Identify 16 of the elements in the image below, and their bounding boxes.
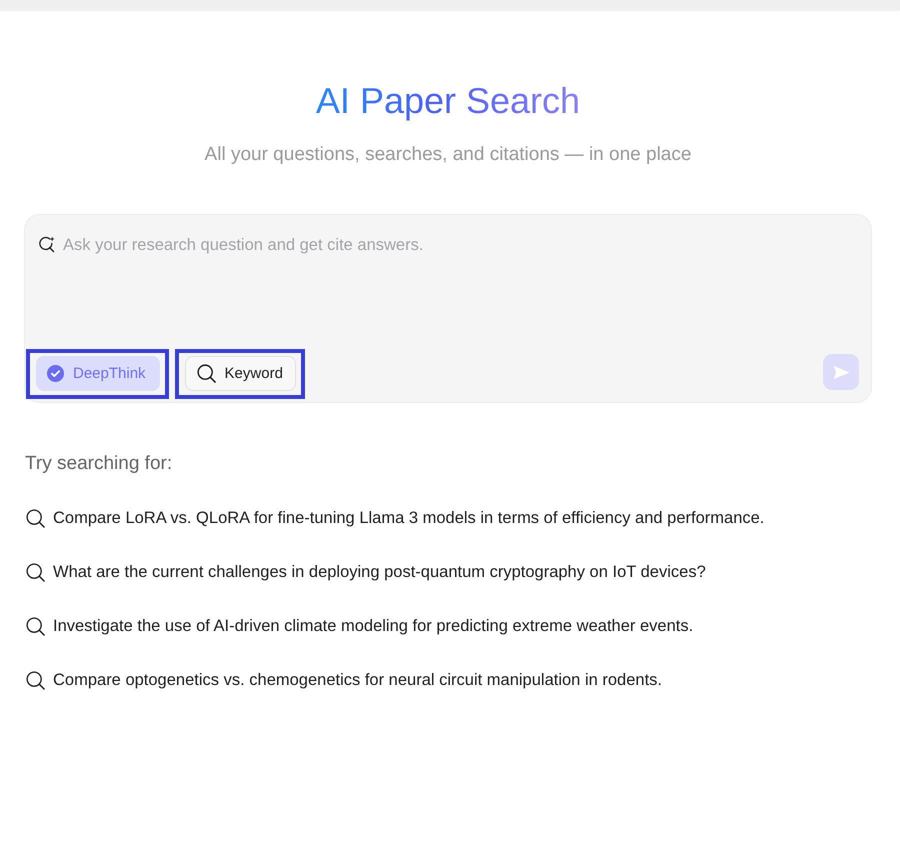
search-icon [196,364,216,383]
suggestion-item[interactable]: Investigate the use of AI-driven climate modeling for predicting extreme weather events. [24,614,694,638]
search-icon [26,562,45,582]
search-icon [26,670,45,690]
mode-button[interactable]: Keyword [184,356,296,391]
suggestion-item[interactable]: Compare optogenetics vs. chemogenetics for neural circuit manipulation in rodents. [24,668,662,692]
page-subtitle: All your questions, searches, and citations — in one place [204,143,692,167]
check-circle-icon [47,365,64,382]
search-icon [26,508,45,528]
suggestion-item[interactable]: What are the current challenges in deploying post-quantum cryptography on IoT devices? [24,560,706,584]
suggestion-item[interactable]: Compare LoRA vs. QLoRA for fine-tuning Llama 3 models in terms of efficiency and performance. [24,506,764,530]
suggestions-heading: Try searching for: [25,452,174,476]
question-field[interactable]: Ask your research question and get cite answers. [63,235,857,255]
search-icon [26,616,45,636]
send-icon [832,364,850,380]
sparkle-search-icon [38,236,55,253]
